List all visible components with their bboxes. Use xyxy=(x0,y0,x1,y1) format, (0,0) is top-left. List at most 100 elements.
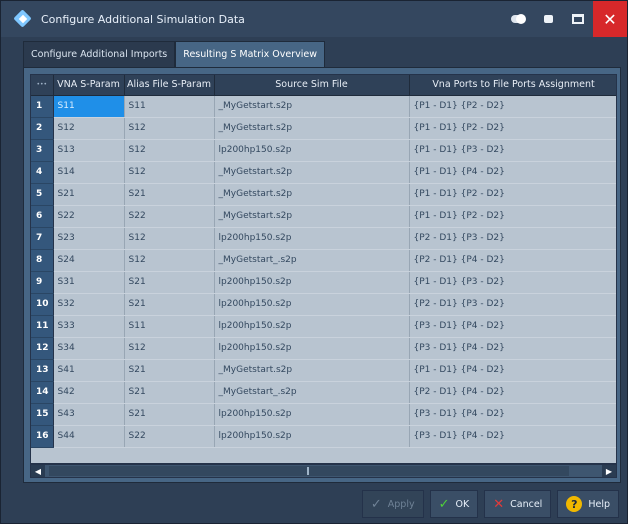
cell-alias-s-param[interactable]: S11 xyxy=(124,315,215,338)
row-number[interactable]: 4 xyxy=(31,161,54,184)
cell-port-assignment[interactable]: {P1 - D1} {P3 - D2} xyxy=(409,271,616,294)
cell-alias-s-param[interactable]: S21 xyxy=(124,381,215,404)
cell-port-assignment[interactable]: {P2 - D1} {P4 - D2} xyxy=(409,249,616,272)
table-row[interactable]: 5 S21 S21 _MyGetstart.s2p {P1 - D1} {P2 - D2… xyxy=(31,183,616,206)
cell-vna-s-param[interactable]: S22 xyxy=(53,205,125,228)
row-number[interactable]: 14 xyxy=(31,381,54,404)
cell-vna-s-param[interactable]: S42 xyxy=(53,381,125,404)
row-number[interactable]: 9 xyxy=(31,271,54,294)
cell-port-assignment[interactable]: {P3 - D1} {P4 - D2} xyxy=(409,425,616,448)
cell-port-assignment[interactable]: {P2 - D1} {P3 - D2} xyxy=(409,293,616,316)
cell-source-sim-file[interactable]: lp200hp150.s2p xyxy=(214,271,410,294)
cell-source-sim-file[interactable]: lp200hp150.s2p xyxy=(214,425,410,448)
row-number[interactable]: 1 xyxy=(31,95,54,118)
cell-source-sim-file[interactable]: _MyGetstart.s2p xyxy=(214,359,410,382)
cell-source-sim-file[interactable]: lp200hp150.s2p xyxy=(214,315,410,338)
cell-vna-s-param[interactable]: S34 xyxy=(53,337,125,360)
table-row[interactable]: 7 S23 S12 lp200hp150.s2p {P2 - D1} {P3 - D2} xyxy=(31,227,616,250)
row-number[interactable]: 2 xyxy=(31,117,54,140)
cell-vna-s-param[interactable]: S24 xyxy=(53,249,125,272)
table-row[interactable]: 11 S33 S11 lp200hp150.s2p {P3 - D1} {P4 - D2… xyxy=(31,315,616,338)
cell-alias-s-param[interactable]: S22 xyxy=(124,205,215,228)
table-row[interactable]: 2 S12 S12 _MyGetstart.s2p {P1 - D1} {P2 - D2… xyxy=(31,117,616,140)
cancel-button[interactable]: ✕ Cancel xyxy=(484,490,552,518)
row-number[interactable]: 13 xyxy=(31,359,54,382)
column-header-alias-file-s-param[interactable]: Alias File S-Param xyxy=(124,75,215,96)
cell-vna-s-param[interactable]: S12 xyxy=(53,117,125,140)
cell-alias-s-param[interactable]: S21 xyxy=(124,403,215,426)
scroll-left-icon[interactable]: ◀ xyxy=(31,465,45,477)
cell-vna-s-param[interactable]: S11 xyxy=(53,95,125,118)
column-header-port-assignment[interactable]: Vna Ports to File Ports Assignment xyxy=(409,75,616,96)
cell-port-assignment[interactable]: {P3 - D1} {P4 - D2} xyxy=(409,403,616,426)
cell-alias-s-param[interactable]: S12 xyxy=(124,337,215,360)
row-number[interactable]: 10 xyxy=(31,293,54,316)
table-row[interactable]: 9 S31 S21 lp200hp150.s2p {P1 - D1} {P3 - D2} xyxy=(31,271,616,294)
row-number[interactable]: 6 xyxy=(31,205,54,228)
cell-port-assignment[interactable]: {P2 - D1} {P4 - D2} xyxy=(409,381,616,404)
cell-alias-s-param[interactable]: S21 xyxy=(124,271,215,294)
cell-port-assignment[interactable]: {P2 - D1} {P3 - D2} xyxy=(409,227,616,250)
ok-button[interactable]: ✓ OK xyxy=(429,490,479,518)
tab-configure-additional-imports[interactable]: Configure Additional Imports xyxy=(23,41,176,67)
cell-source-sim-file[interactable]: lp200hp150.s2p xyxy=(214,403,410,426)
cell-vna-s-param[interactable]: S14 xyxy=(53,161,125,184)
table-row[interactable]: 16 S44 S22 lp200hp150.s2p {P3 - D1} {P4 - D2… xyxy=(31,425,616,448)
cell-alias-s-param[interactable]: S12 xyxy=(124,227,215,250)
cell-vna-s-param[interactable]: S31 xyxy=(53,271,125,294)
cell-port-assignment[interactable]: {P3 - D1} {P4 - D2} xyxy=(409,315,616,338)
column-header-vna-s-param[interactable]: VNA S-Param xyxy=(53,75,125,96)
cell-alias-s-param[interactable]: S21 xyxy=(124,293,215,316)
row-number[interactable]: 11 xyxy=(31,315,54,338)
cell-vna-s-param[interactable]: S21 xyxy=(53,183,125,206)
cell-vna-s-param[interactable]: S13 xyxy=(53,139,125,162)
cell-port-assignment[interactable]: {P3 - D1} {P4 - D2} xyxy=(409,337,616,360)
cell-source-sim-file[interactable]: _MyGetstart.s2p xyxy=(214,95,410,118)
cell-source-sim-file[interactable]: _MyGetstart.s2p xyxy=(214,183,410,206)
apply-button[interactable]: ✓ Apply xyxy=(361,490,424,518)
table-row[interactable]: 6 S22 S22 _MyGetstart.s2p {P1 - D1} {P2 - D2… xyxy=(31,205,616,228)
cell-source-sim-file[interactable]: _MyGetstart.s2p xyxy=(214,161,410,184)
table-row[interactable]: 8 S24 S12 _MyGetstart_.s2p {P2 - D1} {P4 - D… xyxy=(31,249,616,272)
table-row[interactable]: 1 S11 S11 _MyGetstart.s2p {P1 - D1} {P2 - D2… xyxy=(31,95,616,118)
table-row[interactable]: 4 S14 S12 _MyGetstart.s2p {P1 - D1} {P4 - D2… xyxy=(31,161,616,184)
title-bar[interactable]: Configure Additional Simulation Data ✕ xyxy=(1,1,627,37)
cell-port-assignment[interactable]: {P1 - D1} {P3 - D2} xyxy=(409,139,616,162)
scrollbar-thumb[interactable] xyxy=(49,466,569,476)
cell-vna-s-param[interactable]: S32 xyxy=(53,293,125,316)
cell-vna-s-param[interactable]: S23 xyxy=(53,227,125,250)
maximize-button[interactable] xyxy=(563,1,593,37)
row-number[interactable]: 3 xyxy=(31,139,54,162)
cell-port-assignment[interactable]: {P1 - D1} {P4 - D2} xyxy=(409,359,616,382)
help-button[interactable]: ? Help xyxy=(557,490,619,518)
cell-port-assignment[interactable]: {P1 - D1} {P2 - D2} xyxy=(409,205,616,228)
row-number[interactable]: 8 xyxy=(31,249,54,272)
minimize-button[interactable] xyxy=(533,1,563,37)
table-row[interactable]: 14 S42 S21 _MyGetstart_.s2p {P2 - D1} {P4 - … xyxy=(31,381,616,404)
row-number[interactable]: 12 xyxy=(31,337,54,360)
cell-port-assignment[interactable]: {P1 - D1} {P4 - D2} xyxy=(409,161,616,184)
cell-port-assignment[interactable]: {P1 - D1} {P2 - D2} xyxy=(409,183,616,206)
close-button[interactable]: ✕ xyxy=(593,1,627,37)
cell-port-assignment[interactable]: {P1 - D1} {P2 - D2} xyxy=(409,95,616,118)
cell-vna-s-param[interactable]: S43 xyxy=(53,403,125,426)
row-number[interactable]: 7 xyxy=(31,227,54,250)
table-row[interactable]: 10 S32 S21 lp200hp150.s2p {P2 - D1} {P3 - D2… xyxy=(31,293,616,316)
column-header-source-sim-file[interactable]: Source Sim File xyxy=(214,75,410,96)
cell-source-sim-file[interactable]: _MyGetstart.s2p xyxy=(214,117,410,140)
table-row[interactable]: 3 S13 S12 lp200hp150.s2p {P1 - D1} {P3 - D2} xyxy=(31,139,616,162)
table-row[interactable]: 15 S43 S21 lp200hp150.s2p {P3 - D1} {P4 - D2… xyxy=(31,403,616,426)
cell-alias-s-param[interactable]: S21 xyxy=(124,183,215,206)
horizontal-scrollbar[interactable]: ◀ ▶ xyxy=(30,464,617,478)
cell-source-sim-file[interactable]: _MyGetstart_.s2p xyxy=(214,381,410,404)
cell-vna-s-param[interactable]: S41 xyxy=(53,359,125,382)
cell-alias-s-param[interactable]: S12 xyxy=(124,161,215,184)
cell-source-sim-file[interactable]: _MyGetstart_.s2p xyxy=(214,249,410,272)
scroll-right-icon[interactable]: ▶ xyxy=(602,465,616,477)
cell-alias-s-param[interactable]: S12 xyxy=(124,249,215,272)
cell-alias-s-param[interactable]: S12 xyxy=(124,139,215,162)
cell-source-sim-file[interactable]: lp200hp150.s2p xyxy=(214,337,410,360)
cell-source-sim-file[interactable]: lp200hp150.s2p xyxy=(214,227,410,250)
tab-resulting-s-matrix-overview[interactable]: Resulting S Matrix Overview xyxy=(175,41,326,67)
cell-alias-s-param[interactable]: S11 xyxy=(124,95,215,118)
